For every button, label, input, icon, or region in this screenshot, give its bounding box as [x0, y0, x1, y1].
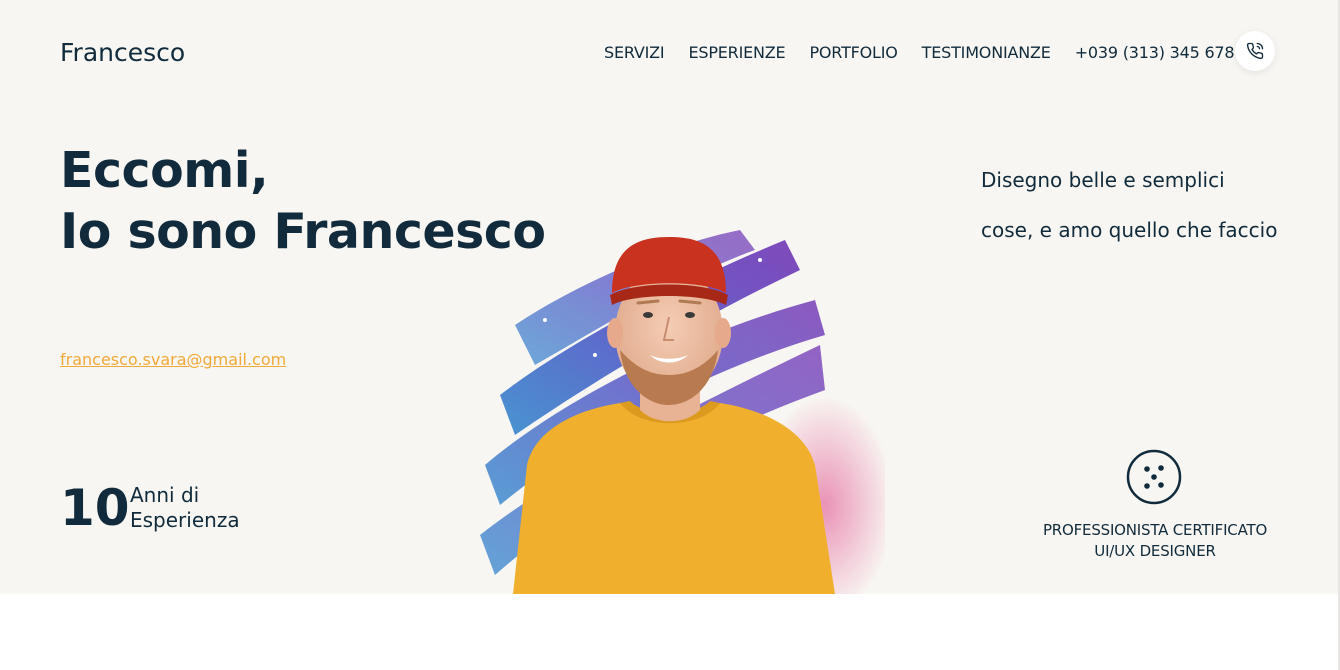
- certification-badge: PROFESSIONISTA CERTIFICATO UI/UX DESIGNE…: [1024, 520, 1286, 562]
- nav-item-esperienze[interactable]: ESPERIENZE: [688, 43, 785, 62]
- nav-item-servizi[interactable]: SERVIZI: [604, 43, 665, 62]
- years-experience-label: Anni di Esperienza: [130, 483, 240, 533]
- tagline-line-1: Disegno belle e semplici: [981, 168, 1225, 192]
- portrait-image: [455, 205, 885, 594]
- years-label-line-1: Anni di: [130, 483, 200, 507]
- badge-line-2: UI/UX DESIGNER: [1094, 542, 1216, 560]
- years-experience-number: 10: [60, 479, 130, 537]
- brand-logo[interactable]: Francesco: [60, 38, 185, 67]
- tagline-line-2: cose, e amo quello che faccio: [981, 218, 1278, 242]
- main-nav: SERVIZI ESPERIENZE PORTFOLIO TESTIMONIAN…: [604, 41, 1235, 63]
- dice-icon: [1126, 449, 1182, 505]
- headline-line-1: Eccomi,: [60, 142, 269, 199]
- hero-tagline: Disegno belle e semplici cose, e amo que…: [981, 155, 1277, 255]
- phone-icon: [1246, 42, 1264, 60]
- years-label-line-2: Esperienza: [130, 508, 240, 532]
- nav-phone-number[interactable]: +039 (313) 345 678: [1075, 43, 1235, 62]
- email-link[interactable]: francesco.svara@gmail.com: [60, 350, 286, 369]
- nav-item-testimonianze[interactable]: TESTIMONIANZE: [922, 43, 1051, 62]
- badge-line-1: PROFESSIONISTA CERTIFICATO: [1042, 521, 1268, 539]
- phone-button[interactable]: [1235, 31, 1275, 71]
- nav-item-portfolio[interactable]: PORTFOLIO: [809, 43, 897, 62]
